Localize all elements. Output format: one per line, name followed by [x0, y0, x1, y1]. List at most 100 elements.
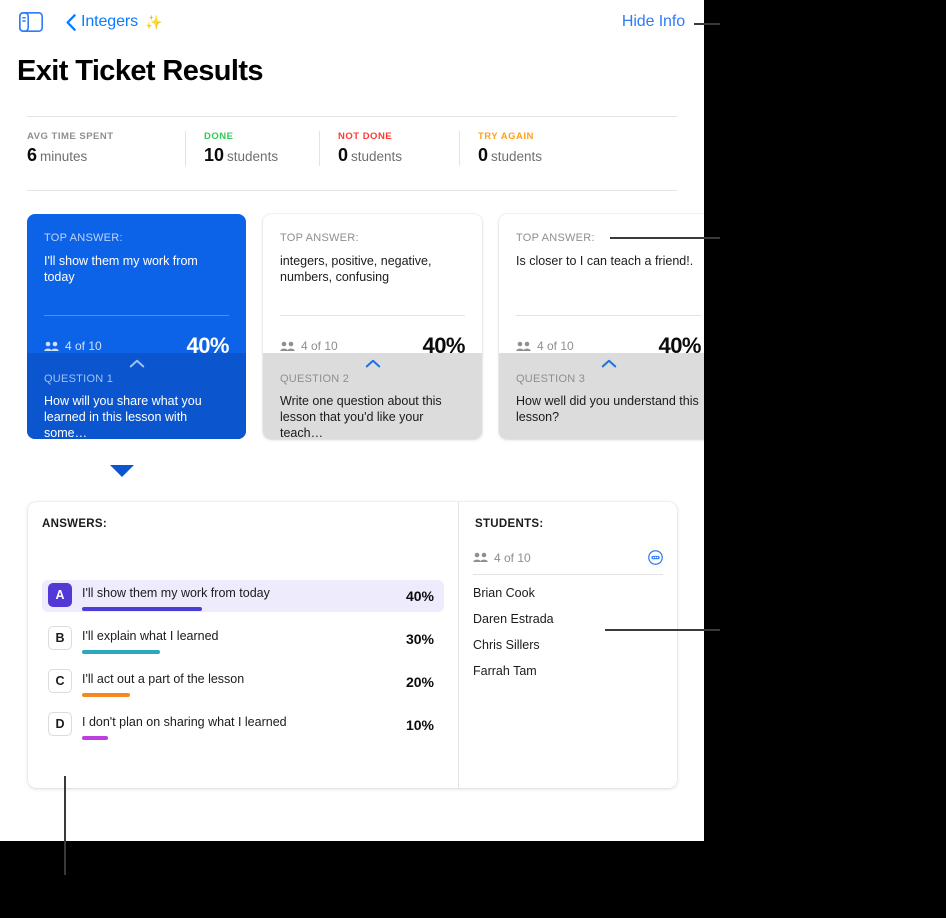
answer-bar [82, 650, 160, 654]
answer-percent: 40% [405, 588, 434, 604]
stat-value: 6 minutes [27, 146, 169, 166]
divider-below-stats [27, 190, 677, 191]
stat-number: 6 [27, 145, 38, 165]
answer-text: I'll show them my work from today [82, 586, 270, 600]
answer-row-c[interactable]: C I'll act out a part of the lesson 20% [42, 666, 444, 698]
answer-row-a[interactable]: A I'll show them my work from today 40% [42, 580, 444, 612]
answer-percent: 30% [405, 631, 434, 647]
answers-heading: ANSWERS: [42, 518, 108, 530]
question-card-top: TOP ANSWER: Is closer to I can teach a f… [499, 214, 704, 358]
stat-value: 0 students [338, 146, 443, 166]
stat-unit: students [227, 149, 279, 164]
callout-line-answers [64, 776, 66, 875]
stat-number: 0 [338, 145, 349, 165]
chevron-up-icon[interactable] [129, 359, 144, 368]
stat-unit: students [351, 149, 403, 164]
detail-panel: ANSWERS: A I'll show them my work from t… [28, 502, 677, 788]
respondent-count-label: 4 of 10 [301, 339, 338, 353]
top-answer-text: Is closer to I can teach a friend!. [516, 254, 694, 268]
sidebar-toggle-icon[interactable] [19, 12, 43, 32]
answer-key-badge: D [48, 712, 72, 736]
chevron-up-icon[interactable] [601, 359, 616, 368]
answer-body: I don't plan on sharing what I learned [82, 712, 406, 740]
top-answer-label: TOP ANSWER: [44, 232, 123, 244]
question-card-bottom[interactable]: QUESTION 1 How will you share what you l… [27, 353, 246, 439]
answers-column: ANSWERS: A I'll show them my work from t… [28, 502, 458, 788]
question-text: Write one question about this lesson tha… [280, 394, 442, 439]
answers-list: A I'll show them my work from today 40% … [42, 580, 444, 752]
answer-bar [82, 607, 202, 611]
students-count-row: 4 of 10 [473, 550, 663, 575]
answer-body: I'll explain what I learned [82, 626, 406, 654]
back-label: Integers [81, 13, 139, 30]
students-count: 4 of 10 [473, 551, 531, 565]
stat-unit: minutes [40, 149, 88, 164]
callout-line-students [605, 629, 720, 631]
student-list-item[interactable]: Daren Estrada [473, 612, 663, 626]
question-label: QUESTION 2 [280, 373, 350, 385]
top-answer-text: integers, positive, negative, numbers, c… [280, 254, 432, 284]
question-text: How will you share what you learned in t… [44, 394, 202, 439]
respondent-count: 4 of 10 [44, 339, 102, 353]
question-card-bottom[interactable]: QUESTION 3 How well did you understand t… [499, 353, 704, 439]
chevron-left-icon [66, 13, 76, 31]
people-icon [280, 341, 295, 351]
stat-label: DONE [204, 131, 234, 142]
app-surface: Integers ✨ Hide Info Exit Ticket Results… [0, 0, 704, 841]
students-count-label: 4 of 10 [494, 550, 531, 565]
respondent-count: 4 of 10 [280, 339, 338, 353]
answer-bar [82, 736, 108, 740]
sparkles-icon: ✨ [145, 14, 163, 30]
question-card-top: TOP ANSWER: integers, positive, negative… [263, 214, 482, 358]
student-list-item[interactable]: Farrah Tam [473, 664, 663, 678]
stat-label: AVG TIME SPENT [27, 131, 114, 142]
selected-card-pointer [110, 465, 134, 477]
question-text: How well did you understand this lesson? [516, 394, 699, 424]
divider-above-stats [27, 116, 677, 117]
stat-avg-time-spent: AVG TIME SPENT 6 minutes [27, 131, 185, 166]
chevron-up-icon[interactable] [365, 359, 380, 368]
answer-key-badge: A [48, 583, 72, 607]
respondent-count: 4 of 10 [516, 339, 574, 353]
student-list-item[interactable]: Chris Sillers [473, 638, 663, 652]
question-card-3[interactable]: TOP ANSWER: Is closer to I can teach a f… [499, 214, 704, 439]
people-icon [473, 552, 488, 562]
stat-number: 0 [478, 145, 489, 165]
question-card-bottom[interactable]: QUESTION 2 Write one question about this… [263, 353, 482, 439]
students-list: Brian Cook Daren Estrada Chris Sillers F… [473, 586, 663, 690]
answer-row-b[interactable]: B I'll explain what I learned 30% [42, 623, 444, 655]
callout-line-hide-info [694, 23, 720, 25]
answer-text: I don't plan on sharing what I learned [82, 715, 287, 729]
stat-value: 10 students [204, 146, 303, 166]
student-list-item[interactable]: Brian Cook [473, 586, 663, 600]
question-card-top: TOP ANSWER: I'll show them my work from … [27, 214, 246, 358]
question-card-1[interactable]: TOP ANSWER: I'll show them my work from … [27, 214, 246, 439]
question-label: QUESTION 3 [516, 373, 586, 385]
answer-body: I'll act out a part of the lesson [82, 669, 406, 697]
hide-info-button[interactable]: Hide Info [622, 13, 685, 31]
answer-key-badge: B [48, 626, 72, 650]
students-column: STUDENTS: 4 of 10 Brian Cook Daren Estra… [458, 502, 677, 788]
respondent-count-label: 4 of 10 [65, 339, 102, 353]
stat-unit: students [491, 149, 543, 164]
top-answer-text: I'll show them my work from today [44, 254, 198, 284]
callout-line-top-answer [610, 237, 720, 239]
page-title: Exit Ticket Results [17, 55, 264, 87]
answer-text: I'll act out a part of the lesson [82, 672, 245, 686]
stat-number: 10 [204, 145, 225, 165]
answer-row-d[interactable]: D I don't plan on sharing what I learned… [42, 709, 444, 741]
back-to-integers-button[interactable]: Integers ✨ [66, 12, 162, 32]
stats-row: AVG TIME SPENT 6 minutes DONE 10 students … [27, 131, 609, 166]
message-bubble-icon[interactable] [648, 550, 663, 565]
stat-label: NOT DONE [338, 131, 393, 142]
stat-label: TRY AGAIN [478, 131, 534, 142]
people-icon [44, 341, 59, 351]
card-divider [280, 315, 465, 316]
stat-try-again: TRY AGAIN 0 students [459, 131, 609, 166]
answer-key-badge: C [48, 669, 72, 693]
card-divider [44, 315, 229, 316]
question-card-2[interactable]: TOP ANSWER: integers, positive, negative… [263, 214, 482, 439]
question-label: QUESTION 1 [44, 373, 114, 385]
top-answer-label: TOP ANSWER: [280, 232, 359, 244]
stat-not-done: NOT DONE 0 students [319, 131, 459, 166]
